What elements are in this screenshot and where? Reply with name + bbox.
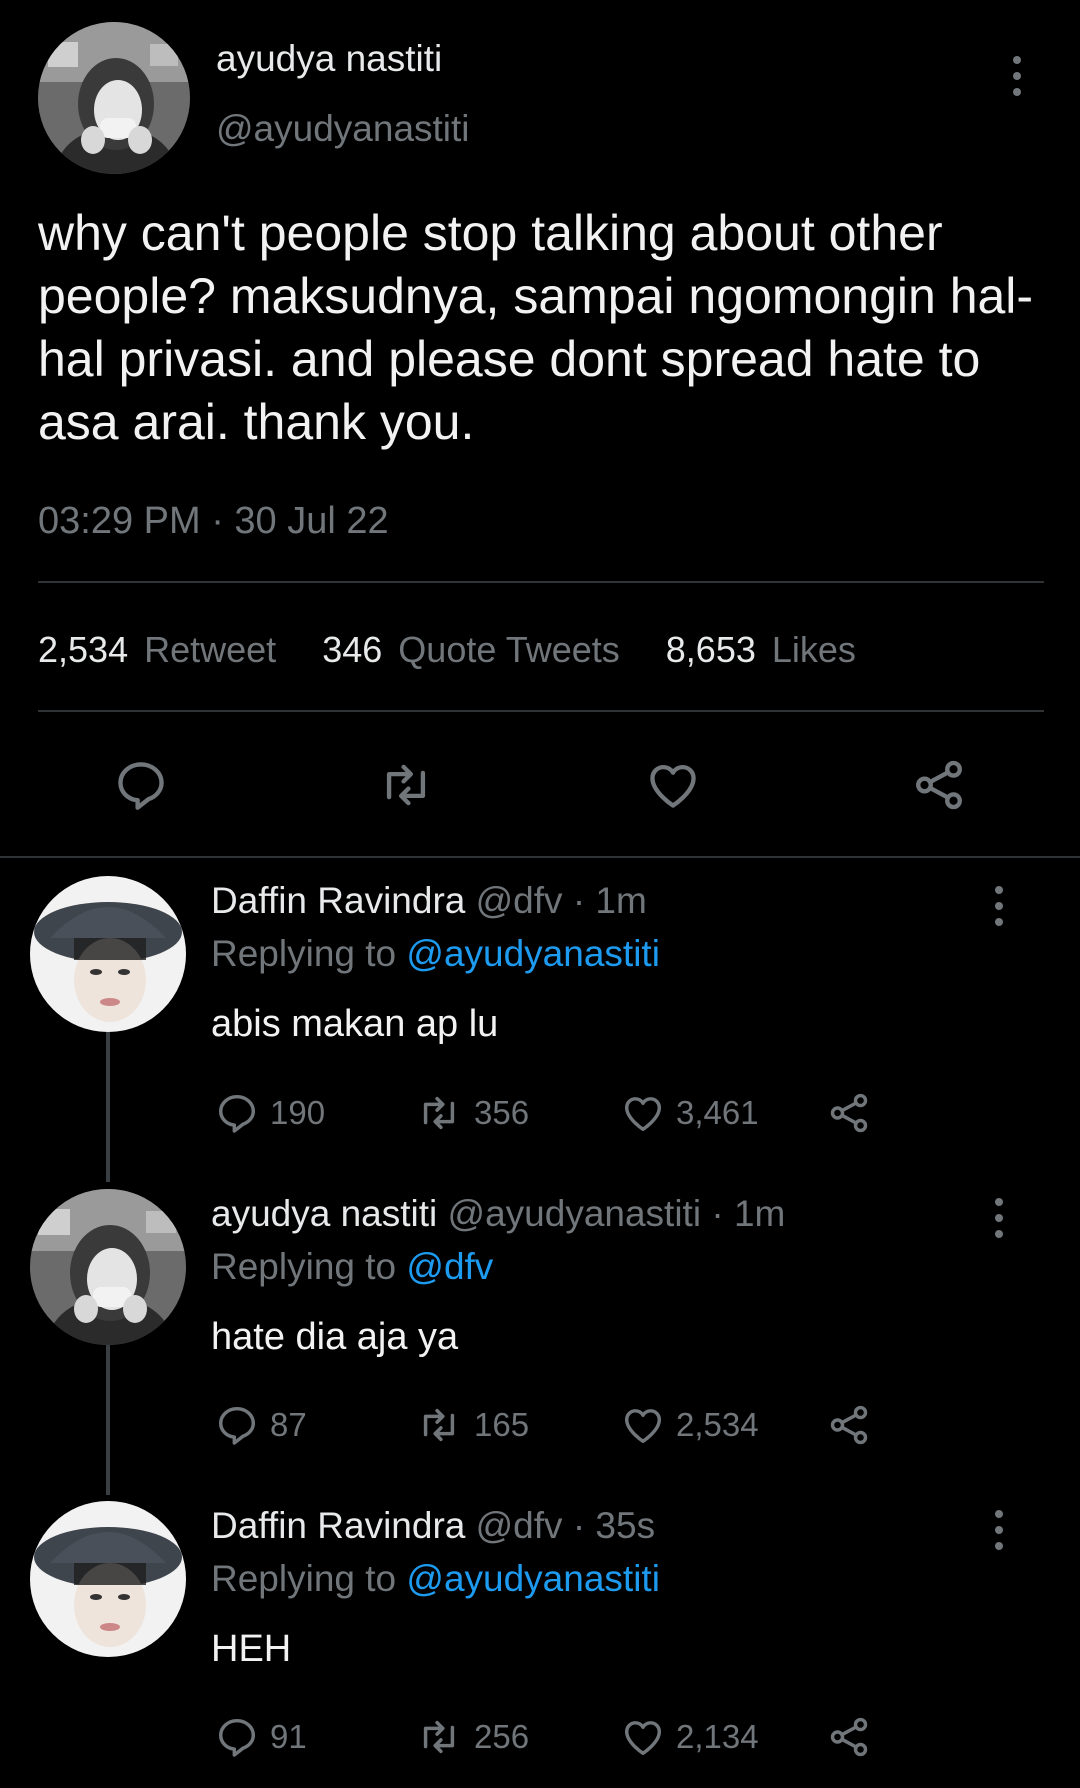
share-icon xyxy=(830,1093,868,1133)
reply-icon xyxy=(218,1718,256,1757)
replying-to-link[interactable]: @dfv xyxy=(406,1246,493,1287)
like-icon xyxy=(624,1409,662,1444)
reply-header: Daffin Ravindra @dfv · 1m xyxy=(211,880,647,922)
share-button[interactable] xyxy=(826,1714,872,1760)
avatar-photo xyxy=(30,1501,186,1657)
author-name[interactable]: ayudya nastiti xyxy=(216,38,442,80)
quotes-label: Quote Tweets xyxy=(398,629,620,670)
avatar-photo xyxy=(30,876,186,1032)
author-avatar[interactable] xyxy=(38,22,190,174)
replying-to-link[interactable]: @ayudyanastiti xyxy=(406,933,660,974)
quotes-count: 346 xyxy=(322,629,383,670)
likes-label: Likes xyxy=(771,629,856,670)
like-button[interactable] xyxy=(644,756,702,819)
retweet-icon xyxy=(423,1096,455,1130)
retweet-icon xyxy=(423,1720,455,1754)
avatar-photo xyxy=(38,22,190,174)
retweet-button[interactable]: 256 xyxy=(414,1714,529,1760)
like-button[interactable]: 2,534 xyxy=(620,1402,759,1448)
divider xyxy=(0,856,1080,858)
reply-time: · 1m xyxy=(572,880,647,921)
share-button[interactable] xyxy=(910,756,968,819)
like-count: 3,461 xyxy=(676,1094,759,1131)
replying-label: Replying to xyxy=(211,933,397,974)
divider xyxy=(38,581,1044,583)
replying-to-link[interactable]: @ayudyanastiti xyxy=(406,1558,660,1599)
like-count: 2,134 xyxy=(676,1718,759,1755)
like-button[interactable]: 3,461 xyxy=(620,1090,759,1136)
share-button[interactable] xyxy=(826,1090,872,1136)
retweet-icon xyxy=(423,1408,455,1442)
like-icon xyxy=(624,1721,662,1756)
divider xyxy=(38,710,1044,712)
retweets-stat[interactable]: 2,534 Retweet xyxy=(38,629,286,670)
replying-to: Replying to @dfv xyxy=(211,1246,493,1288)
replying-label: Replying to xyxy=(211,1246,397,1287)
more-icon[interactable] xyxy=(989,1510,1009,1550)
reply-author-name[interactable]: Daffin Ravindra xyxy=(211,1505,465,1546)
replying-to: Replying to @ayudyanastiti xyxy=(211,1558,660,1600)
retweet-button[interactable]: 356 xyxy=(414,1090,529,1136)
like-icon xyxy=(624,1097,662,1132)
reply-avatar[interactable] xyxy=(30,876,186,1032)
likes-stat[interactable]: 8,653 Likes xyxy=(666,629,856,670)
tweet-text: why can't people stop talking about othe… xyxy=(38,205,1034,450)
reply-button[interactable]: 190 xyxy=(214,1090,325,1136)
replying-to: Replying to @ayudyanastiti xyxy=(211,933,660,975)
share-button[interactable] xyxy=(826,1402,872,1448)
reply-time: · 35s xyxy=(572,1505,656,1546)
quotes-stat[interactable]: 346 Quote Tweets xyxy=(322,629,630,670)
retweet-count: 256 xyxy=(474,1718,530,1755)
reply-button[interactable]: 91 xyxy=(214,1714,307,1760)
retweet-count: 165 xyxy=(474,1406,530,1443)
reply-text: abis makan ap lu xyxy=(211,1003,499,1045)
more-icon[interactable] xyxy=(989,1198,1009,1238)
reply-button[interactable]: 87 xyxy=(214,1402,307,1448)
retweet-count: 356 xyxy=(474,1094,530,1131)
like-count: 2,534 xyxy=(676,1406,759,1443)
like-icon xyxy=(650,764,696,808)
reply-icon xyxy=(218,1094,256,1133)
tweet-timestamp: 03:29 PM · 30 Jul 22 xyxy=(38,500,389,542)
retweet-button[interactable]: 165 xyxy=(414,1402,529,1448)
reply-author-name[interactable]: ayudya nastiti xyxy=(211,1193,437,1234)
thread-line xyxy=(106,1345,110,1495)
reply-time: · 1m xyxy=(711,1193,786,1234)
reply-text: HEH xyxy=(211,1628,292,1670)
reply-button[interactable] xyxy=(112,756,170,819)
thread-line xyxy=(106,1032,110,1182)
share-icon xyxy=(830,1405,868,1445)
reply-author-handle[interactable]: @dfv xyxy=(476,1505,563,1546)
retweets-count: 2,534 xyxy=(38,629,129,670)
avatar-photo xyxy=(30,1189,186,1345)
reply-count: 91 xyxy=(270,1718,307,1755)
reply-count: 190 xyxy=(270,1094,326,1131)
likes-count: 8,653 xyxy=(665,629,756,670)
tweet-stats: 2,534 Retweet 346 Quote Tweets 8,653 Lik… xyxy=(38,629,856,671)
reply-avatar[interactable] xyxy=(30,1189,186,1345)
reply-text: hate dia aja ya xyxy=(211,1316,459,1358)
retweet-button[interactable] xyxy=(374,756,438,819)
share-icon xyxy=(830,1717,868,1757)
retweet-icon xyxy=(386,764,426,806)
reply-author-handle[interactable]: @ayudyanastiti xyxy=(448,1193,702,1234)
replying-label: Replying to xyxy=(211,1558,397,1599)
like-button[interactable]: 2,134 xyxy=(620,1714,759,1760)
share-icon xyxy=(916,760,962,810)
reply-avatar[interactable] xyxy=(30,1501,186,1657)
reply-icon xyxy=(218,1406,256,1445)
reply-author-name[interactable]: Daffin Ravindra xyxy=(211,880,465,921)
more-icon[interactable] xyxy=(1007,56,1027,96)
reply-header: ayudya nastiti @ayudyanastiti · 1m xyxy=(211,1193,785,1235)
reply-header: Daffin Ravindra @dfv · 35s xyxy=(211,1505,655,1547)
more-icon[interactable] xyxy=(989,886,1009,926)
author-handle[interactable]: @ayudyanastiti xyxy=(216,108,470,150)
reply-author-handle[interactable]: @dfv xyxy=(476,880,563,921)
retweets-label: Retweet xyxy=(144,629,277,670)
reply-icon xyxy=(118,762,164,810)
reply-count: 87 xyxy=(270,1406,307,1443)
